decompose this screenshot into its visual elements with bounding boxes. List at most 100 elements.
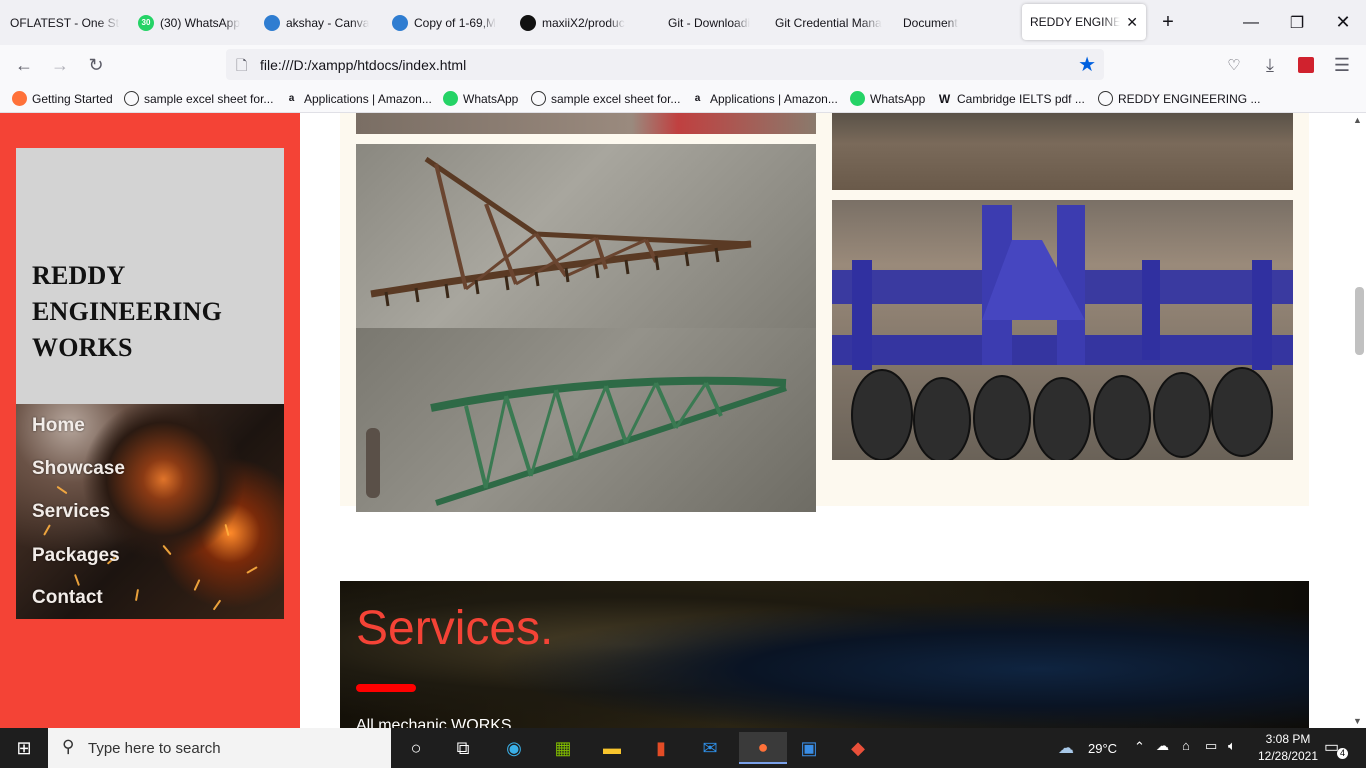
edge-icon[interactable]: ◉ <box>494 732 534 764</box>
scrollbar-thumb[interactable] <box>1355 287 1364 355</box>
tab-label: maxiiX2/produc <box>542 15 625 30</box>
window-close-button[interactable]: ✕ <box>1320 0 1366 45</box>
edge-icon <box>264 14 280 31</box>
cortana-icon[interactable]: ○ <box>396 732 436 764</box>
bookmark-label: Cambridge IELTS pdf ... <box>957 91 1085 106</box>
clock-date[interactable]: 12/28/2021 <box>1251 749 1325 763</box>
office-icon[interactable]: ▮ <box>641 732 681 764</box>
bookmark-label: WhatsApp <box>870 91 926 106</box>
clock-time[interactable]: 3:08 PM <box>1259 732 1317 746</box>
photo-top-right <box>832 113 1293 190</box>
bookmark-whatsapp-2[interactable]: WhatsApp <box>850 91 925 106</box>
bookmark-getting-started[interactable]: Getting Started <box>12 91 113 106</box>
photo-green-harrow <box>356 328 816 512</box>
volume-icon[interactable]: 🔈︎ <box>1228 738 1236 754</box>
new-tab-button[interactable]: + <box>1145 0 1191 45</box>
amazon-icon: a <box>288 93 295 104</box>
back-button[interactable]: ← <box>10 51 38 79</box>
git-gui-icon[interactable]: ◆ <box>838 732 878 764</box>
store-icon[interactable]: ▦ <box>543 732 583 764</box>
navigation-toolbar: ← → ↻ 🗋 file:///D:/xampp/htdocs/index.ht… <box>0 45 1366 85</box>
tab-oflatest[interactable]: OFLATEST - One Sto <box>10 0 120 45</box>
scroll-down-arrow[interactable]: ▼ <box>1353 716 1362 726</box>
bookmark-label: REDDY ENGINEERING ... <box>1118 91 1261 106</box>
menu-showcase[interactable]: Showcase <box>32 458 125 480</box>
bookmark-amazon-1[interactable]: a Applications | Amazon... <box>284 91 432 106</box>
tab-label: Git - Downloadi <box>668 15 751 30</box>
scroll-up-arrow[interactable]: ▲ <box>1353 115 1362 125</box>
close-icon[interactable]: ✕ <box>1126 14 1138 31</box>
globe-icon <box>531 91 546 106</box>
globe-icon <box>124 91 139 106</box>
tab-bar: OFLATEST - One Sto 30 (30) WhatsApp aksh… <box>0 0 1366 45</box>
photo-blue-disc-harrow <box>832 200 1293 460</box>
minimize-button[interactable]: — <box>1228 0 1274 45</box>
page-scrollbar[interactable]: ▲ ▼ <box>1349 113 1366 728</box>
menu-home[interactable]: Home <box>32 415 85 437</box>
photo-top-left <box>356 113 816 134</box>
search-icon: ⚲ <box>62 737 75 756</box>
url-bar[interactable]: 🗋 file:///D:/xampp/htdocs/index.html ★ <box>226 49 1104 80</box>
menu-contact[interactable]: Contact <box>32 587 103 609</box>
tab-canva[interactable]: akshay - Canva <box>264 0 374 45</box>
globe-icon <box>1098 91 1113 106</box>
tab-document[interactable]: Document <box>903 0 1003 45</box>
weather-icon[interactable]: ☁ <box>1058 738 1074 758</box>
windows-start-icon[interactable]: ⊞ <box>4 732 44 764</box>
tab-reddy-engineering[interactable]: REDDY ENGINEER ✕ <box>1022 4 1146 40</box>
menu-services[interactable]: Services <box>32 501 110 523</box>
task-view-icon[interactable]: ⧉ <box>443 732 483 764</box>
taskbar-search[interactable]: ⚲ Type here to search <box>48 728 391 768</box>
tab-label: Document <box>903 15 958 30</box>
bookmark-amazon-2[interactable]: a Applications | Amazon... <box>690 91 838 106</box>
firefox-icon[interactable]: ● <box>739 732 787 764</box>
bookmark-label: sample excel sheet for... <box>551 91 681 106</box>
bookmark-excel-2[interactable]: sample excel sheet for... <box>531 91 680 106</box>
whatsapp-icon <box>443 91 458 106</box>
search-placeholder: Type here to search <box>88 740 221 757</box>
pocket-icon[interactable]: ♡ <box>1220 51 1248 79</box>
taskbar: ⊞ ⚲ Type here to search ○ ⧉ ◉ ▦ ▬ ▮ ✉ ● … <box>0 728 1366 768</box>
bookmark-label: Applications | Amazon... <box>710 91 838 106</box>
page-icon: 🗋 <box>236 57 248 73</box>
photo-rusty-harrow <box>356 144 816 328</box>
github-icon <box>520 14 536 31</box>
web-page: REDDY ENGINEERING WORKS Home Showcase Se… <box>0 113 1366 728</box>
reload-button[interactable]: ↻ <box>82 51 110 79</box>
weather-temp[interactable]: 29°C <box>1088 741 1117 756</box>
restore-button[interactable]: ❐ <box>1274 0 1320 45</box>
sidebar: REDDY ENGINEERING WORKS Home Showcase Se… <box>0 113 300 728</box>
tray-chevron-icon[interactable]: ⌃ <box>1134 739 1145 755</box>
bookmark-label: Applications | Amazon... <box>304 91 432 106</box>
tab-label: (30) WhatsApp <box>160 15 241 30</box>
bookmark-excel-1[interactable]: sample excel sheet for... <box>124 91 273 106</box>
services-heading: Services. <box>356 602 554 655</box>
file-explorer-icon[interactable]: ▬ <box>592 732 632 764</box>
onedrive-icon[interactable]: ☁ <box>1156 738 1169 754</box>
menu-icon[interactable]: ☰ <box>1328 51 1356 79</box>
bookmark-whatsapp-1[interactable]: WhatsApp <box>443 91 518 106</box>
url-text: file:///D:/xampp/htdocs/index.html <box>260 57 467 73</box>
bookmark-ielts[interactable]: W Cambridge IELTS pdf ... <box>937 91 1085 106</box>
downloads-icon[interactable]: ⤓ <box>1256 51 1284 79</box>
photos-icon[interactable]: ▣ <box>789 732 829 764</box>
tab-copy[interactable]: Copy of 1-69,M <box>392 0 500 45</box>
firefox-icon <box>12 91 27 106</box>
mail-icon[interactable]: ✉ <box>690 732 730 764</box>
tab-github[interactable]: maxiiX2/produc <box>520 0 630 45</box>
bookmarks-toolbar: Getting Started sample excel sheet for..… <box>0 85 1366 113</box>
forward-button[interactable]: → <box>46 51 74 79</box>
bookmark-reddy[interactable]: REDDY ENGINEERING ... <box>1098 91 1260 106</box>
bookmark-star-icon[interactable]: ★ <box>1078 52 1096 77</box>
tab-label: REDDY ENGINEER <box>1030 15 1121 29</box>
whatsapp-icon <box>850 91 865 106</box>
tab-whatsapp[interactable]: 30 (30) WhatsApp <box>138 0 248 45</box>
w-icon: W <box>938 91 951 106</box>
tab-git-credential[interactable]: Git Credential Mana <box>775 0 885 45</box>
menu-packages[interactable]: Packages <box>32 545 120 567</box>
extension-icon[interactable] <box>1292 51 1320 79</box>
battery-icon[interactable]: ▭ <box>1205 738 1217 754</box>
tab-git-download[interactable]: Git - Downloadi <box>668 0 758 45</box>
network-icon[interactable]: ⌂ <box>1182 738 1190 753</box>
amazon-icon: a <box>694 93 701 104</box>
